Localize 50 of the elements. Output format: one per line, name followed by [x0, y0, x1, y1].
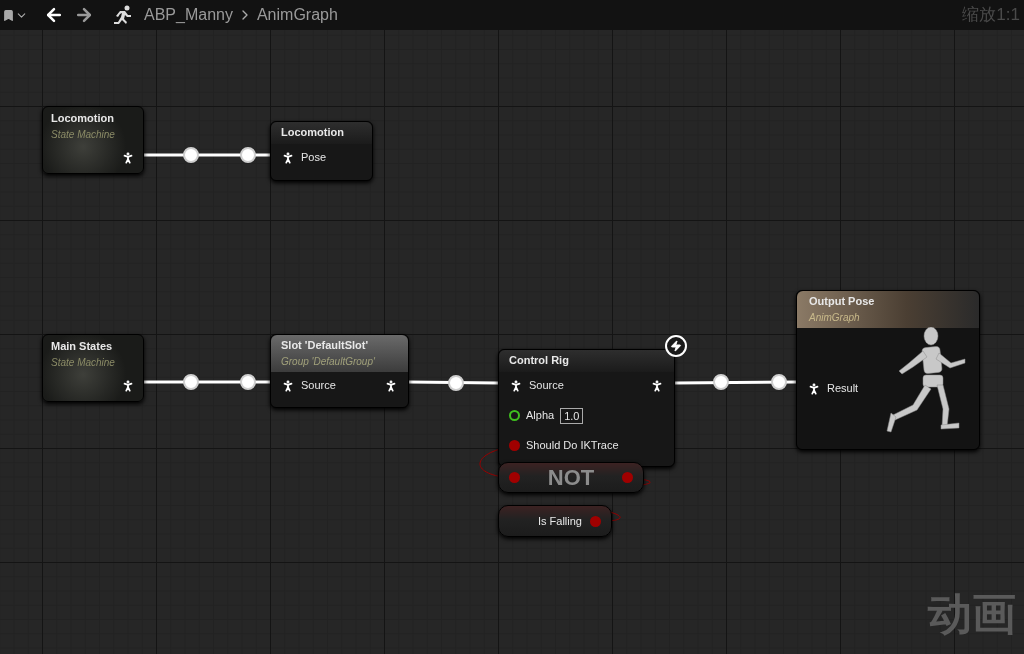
back-icon[interactable] [44, 5, 64, 25]
node-subtitle: AnimGraph [809, 310, 861, 325]
reroute-node[interactable] [240, 147, 256, 163]
forward-icon[interactable] [74, 5, 94, 25]
pin-label: Source [529, 378, 564, 394]
node-subtitle: State Machine [51, 355, 116, 370]
reroute-node[interactable] [771, 374, 787, 390]
node-title: Locomotion [51, 111, 115, 126]
graph-node[interactable]: Locomotion Pose [270, 121, 373, 181]
pose-pin-icon[interactable] [807, 381, 821, 396]
node-title: NOT [547, 466, 595, 489]
running-figure-icon [112, 4, 134, 26]
node-title: Slot 'DefaultSlot' [281, 338, 370, 353]
pose-pin-icon[interactable] [121, 379, 135, 393]
node-title: Output Pose [809, 294, 876, 309]
reroute-node[interactable] [183, 374, 199, 390]
pose-pin-icon[interactable] [121, 151, 135, 165]
reroute-node[interactable] [713, 374, 729, 390]
node-subtitle: State Machine [51, 127, 116, 142]
pose-pin-icon[interactable] [509, 378, 523, 393]
reroute-node[interactable] [448, 375, 464, 391]
float-pin-icon[interactable] [509, 410, 520, 421]
bookmark-icon[interactable] [2, 8, 15, 22]
pose-pin-icon[interactable] [281, 378, 295, 393]
node-title: Control Rig [509, 353, 570, 368]
pose-pin-icon[interactable] [281, 150, 295, 165]
output-node[interactable]: Output Pose AnimGraph Result [796, 290, 980, 450]
pin-label: Source [301, 378, 336, 394]
pin-label: Result [827, 381, 859, 397]
node-subtitle: Group 'DefaultGroup' [281, 354, 376, 369]
node-title: Main States [51, 339, 114, 354]
graph-node[interactable]: Slot 'DefaultSlot' Group 'DefaultGroup' Source [270, 334, 409, 408]
pin-label: Alpha [526, 408, 555, 424]
compact-node[interactable]: Is Falling [498, 505, 612, 537]
state-machine-node[interactable]: Locomotion State Machine [42, 106, 144, 174]
node-title: Is Falling [537, 514, 582, 529]
breadcrumb-item[interactable]: AnimGraph [256, 3, 338, 27]
pin-label: Pose [301, 150, 327, 166]
pose-pin-icon[interactable] [650, 378, 664, 393]
value-field[interactable]: 1.0 [560, 407, 584, 424]
pose-pin-icon[interactable] [384, 378, 398, 393]
graph-type-label: 动画 [928, 592, 1016, 636]
zoom-level: 缩放1:1 [962, 4, 1021, 27]
reroute-node[interactable] [183, 147, 199, 163]
state-machine-node[interactable]: Main States State Machine [42, 334, 144, 402]
breadcrumb-item[interactable]: ABP_Manny [144, 3, 233, 27]
graph-node[interactable]: Control Rig Source Alpha 1.0 Should Do IKTrace [498, 349, 675, 467]
node-title: Locomotion [281, 125, 345, 140]
pin-label: Should Do IKTrace [526, 438, 619, 454]
reroute-node[interactable] [240, 374, 256, 390]
